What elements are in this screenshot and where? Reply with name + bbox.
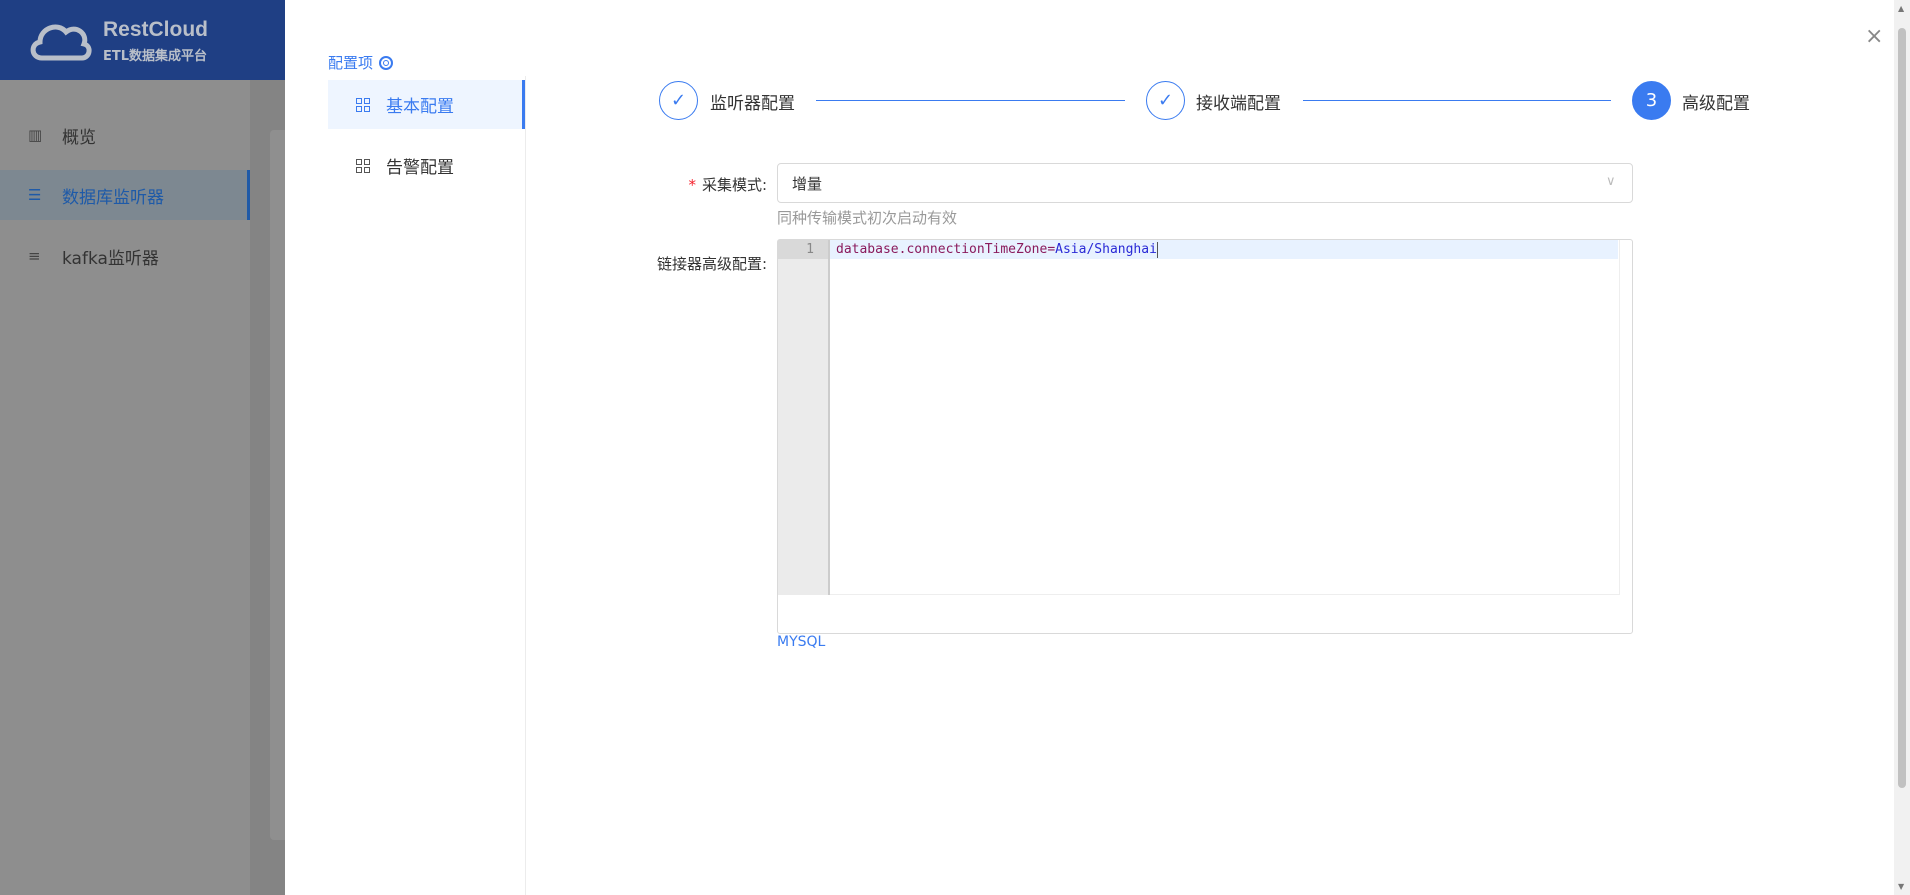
collect-mode-hint: 同种传输模式初次启动有效 [777, 209, 958, 227]
cloud-logo-icon [30, 24, 92, 61]
scroll-down-icon[interactable]: ▼ [1898, 882, 1904, 891]
list-icon: ≡ [28, 247, 41, 265]
required-mark: * [688, 176, 696, 194]
connector-config-label: 链接器高级配置: [656, 255, 767, 273]
step-2-label: 接收端配置 [1196, 94, 1281, 114]
settings-icon [379, 55, 394, 70]
step-connector [816, 100, 1125, 101]
sidebar: ▥ 概览 ☰ 数据库监听器 ≡ kafka监听器 [0, 80, 250, 895]
bar-chart-icon: ▥ [28, 126, 43, 144]
code-area[interactable]: database.connectionTimeZone=Asia/Shangha… [830, 240, 1620, 595]
brand-header: RestCloud ETL数据集成平台 [0, 0, 285, 80]
grid-icon [356, 97, 370, 112]
sidebar-item-label: kafka监听器 [62, 248, 159, 269]
brand-subtitle: ETL数据集成平台 [103, 49, 208, 64]
collect-mode-label: * 采集模式: [688, 174, 767, 195]
scroll-up-icon[interactable]: ▲ [1898, 4, 1904, 13]
database-icon: ☰ [28, 186, 42, 204]
menu-label: 告警配置 [386, 158, 454, 178]
menu-alert-config[interactable]: 告警配置 [328, 141, 525, 190]
config-title-text: 配置项 [328, 54, 374, 72]
step-1-label: 监听器配置 [710, 94, 795, 114]
sidebar-item-kafka-listener[interactable]: ≡ kafka监听器 [0, 231, 250, 281]
step-2-check-icon: ✓ [1146, 81, 1185, 120]
step-3-label: 高级配置 [1682, 94, 1750, 114]
config-drawer: 配置项 基本配置 告警配置 ✓ 监听器配置 ✓ 接收端配置 3 高级配置 * 采集… [285, 0, 1910, 895]
step-3-number: 3 [1632, 81, 1671, 120]
chevron-down-icon: ∨ [1606, 174, 1616, 189]
sidebar-item-overview[interactable]: ▥ 概览 [0, 110, 250, 160]
menu-basic-config[interactable]: 基本配置 [328, 80, 525, 129]
collect-mode-select[interactable]: 增量 ∨ [777, 163, 1633, 203]
grid-icon [356, 158, 370, 173]
db-type-label: MYSQL [777, 634, 826, 650]
config-title: 配置项 [328, 52, 394, 73]
editor-gutter: 1 [778, 240, 830, 595]
code-value: Asia/Shanghai [1055, 242, 1157, 257]
divider [525, 76, 526, 895]
sidebar-item-database-listener[interactable]: ☰ 数据库监听器 [0, 170, 250, 220]
select-value: 增量 [792, 174, 823, 193]
brand-name: RestCloud [103, 18, 208, 41]
code-key: database.connectionTimeZone= [836, 242, 1056, 257]
scrollbar-thumb[interactable] [1898, 28, 1906, 788]
step-connector [1303, 100, 1611, 101]
code-line[interactable]: database.connectionTimeZone=Asia/Shangha… [830, 240, 1618, 259]
sidebar-item-label: 数据库监听器 [62, 187, 164, 208]
masked-card [270, 130, 285, 840]
label-text: 采集模式: [701, 176, 767, 194]
text-cursor [1156, 241, 1158, 258]
scrollbar[interactable]: ▲ ▼ [1894, 0, 1910, 895]
line-number: 1 [778, 240, 828, 259]
step-1-check-icon: ✓ [659, 81, 698, 120]
menu-label: 基本配置 [386, 97, 454, 117]
sidebar-item-label: 概览 [62, 127, 96, 148]
connector-config-editor[interactable]: 1 database.connectionTimeZone=Asia/Shang… [777, 239, 1633, 634]
close-icon[interactable]: × [1865, 24, 1883, 49]
